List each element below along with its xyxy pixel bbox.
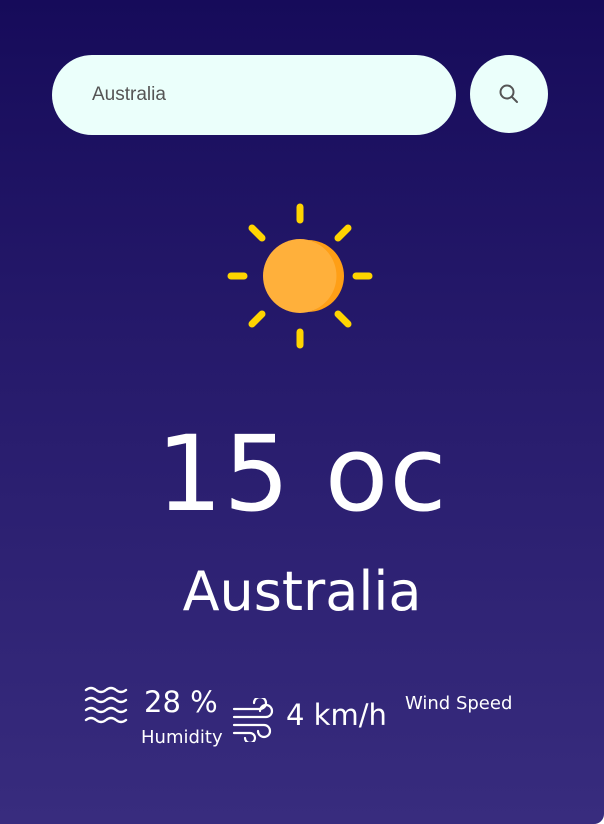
weather-details: 28 % Humidity 4 km/h Wind Speed: [84, 680, 544, 760]
weather-card: 15 oc Australia 28 % Humidity 4 km/h Win…: [0, 0, 604, 824]
wind-speed-value: 4 km/h: [286, 698, 387, 732]
sun-icon: [227, 203, 373, 349]
city-name: Australia: [182, 560, 422, 623]
temperature: 15 oc: [156, 413, 448, 535]
humidity-icon: [84, 686, 128, 724]
search-icon: [499, 84, 518, 103]
wind-speed-label: Wind Speed: [405, 693, 513, 714]
search-input[interactable]: [52, 55, 456, 135]
search-bar: [52, 55, 548, 135]
humidity-value: 28 %: [144, 685, 218, 719]
wind-icon: [232, 698, 274, 742]
search-button[interactable]: [470, 55, 548, 133]
humidity-label: Humidity: [141, 727, 223, 748]
